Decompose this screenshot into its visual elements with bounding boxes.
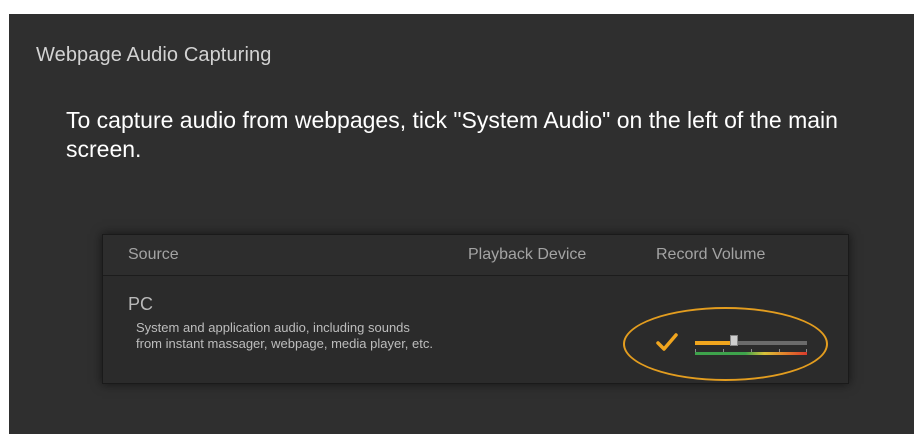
- volume-fill: [695, 341, 733, 345]
- column-header-source: Source: [128, 246, 179, 263]
- source-description-line-2: from instant massager, webpage, media pl…: [136, 336, 433, 351]
- dialog-title: Webpage Audio Capturing: [36, 44, 272, 66]
- column-header-record-volume: Record Volume: [656, 246, 766, 263]
- volume-thumb[interactable]: [730, 335, 738, 346]
- checkmark-icon: [656, 333, 678, 351]
- table-header: Source Playback Device Record Volume: [103, 235, 848, 276]
- record-volume-slider[interactable]: [695, 335, 807, 357]
- source-description-line-1: System and application audio, including …: [136, 320, 410, 335]
- source-name: PC: [128, 294, 154, 314]
- column-header-playback-device: Playback Device: [468, 246, 587, 263]
- dialog-window: Webpage Audio Capturing To capture audio…: [9, 14, 914, 434]
- level-meter: [695, 352, 807, 355]
- source-description: System and application audio, including …: [136, 320, 433, 352]
- audio-source-panel: Source Playback Device Record Volume PC …: [102, 234, 849, 384]
- system-audio-checkbox[interactable]: [656, 332, 678, 352]
- instruction-text: To capture audio from webpages, tick "Sy…: [66, 107, 838, 162]
